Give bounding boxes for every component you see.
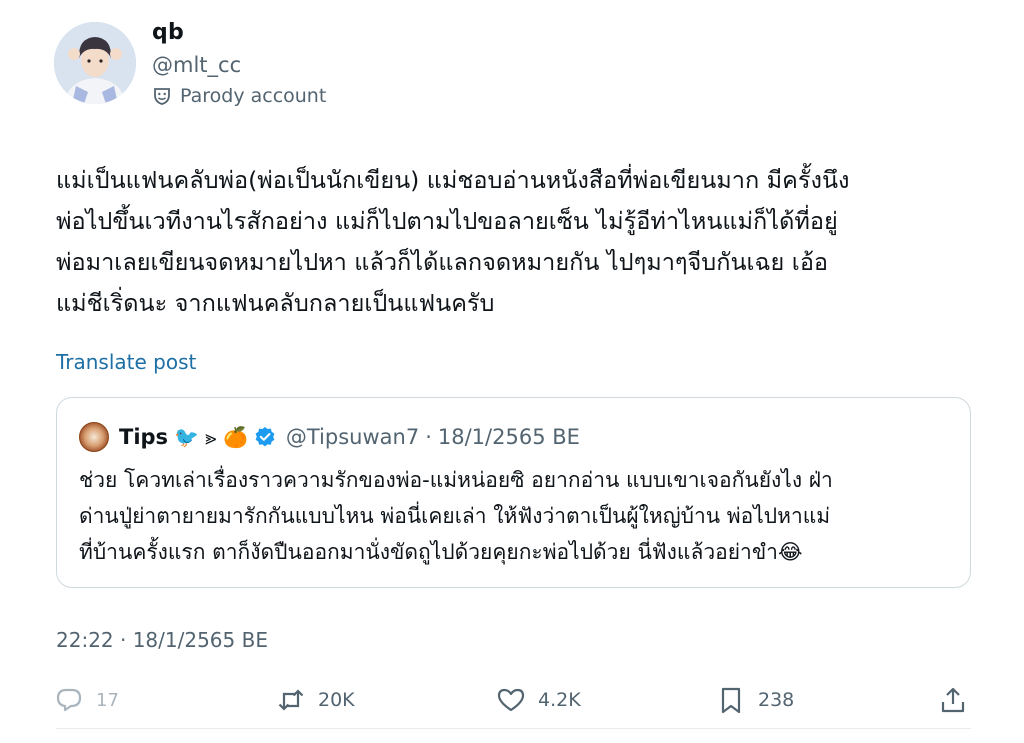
quoted-author-name-emoji: 🐦 ⪢ 🍊: [174, 425, 248, 449]
heart-icon: [497, 688, 525, 712]
bookmark-button[interactable]: 238: [716, 678, 794, 722]
post-timestamp[interactable]: 22:22 · 18/1/2565 BE: [56, 628, 268, 652]
parody-label: Parody account: [152, 85, 326, 107]
repost-count: 20K: [318, 689, 355, 711]
post-page: qb @mlt_cc Parody account แม่เป็นแฟนคลับ…: [0, 0, 1024, 743]
like-button[interactable]: 4.2K: [496, 678, 581, 722]
author-avatar[interactable]: [54, 22, 136, 104]
quoted-post-header: Tips 🐦 ⪢ 🍊 @Tipsuwan7 · 18/1/2565 BE: [79, 422, 580, 452]
parody-label-text: Parody account: [180, 85, 327, 107]
share-button[interactable]: [938, 678, 968, 722]
author-handle[interactable]: @mlt_cc: [152, 53, 241, 77]
translate-post-link[interactable]: Translate post: [56, 350, 196, 374]
quoted-author-avatar: [79, 422, 109, 452]
quoted-author-handle: @Tipsuwan7: [285, 425, 420, 449]
bookmark-icon: [721, 687, 741, 714]
like-count: 4.2K: [538, 689, 581, 711]
post-text: แม่เป็นแฟนคลับพ่อ(พ่อเป็นนักเขียน) แม่ชอ…: [56, 166, 850, 317]
reply-icon: [56, 688, 82, 712]
repost-icon: [278, 689, 304, 711]
quoted-meta-separator: ·: [425, 425, 432, 449]
bookmark-count: 238: [758, 689, 795, 711]
quoted-post-date: 18/1/2565 BE: [437, 425, 580, 449]
action-bar: 17 20K 4.2K 238: [54, 678, 974, 722]
quoted-author-name: Tips: [119, 425, 169, 449]
quoted-post-text: ช่วย โควทเล่าเรื่องราวความรักของพ่อ-แม่ห…: [79, 468, 833, 564]
reply-button[interactable]: 17: [54, 678, 119, 722]
share-icon: [941, 687, 965, 713]
bottom-divider: [56, 728, 971, 729]
avatar-portrait: [54, 22, 136, 104]
repost-button[interactable]: 20K: [276, 678, 355, 722]
reply-count: 17: [96, 689, 119, 711]
quoted-post[interactable]: Tips 🐦 ⪢ 🍊 @Tipsuwan7 · 18/1/2565 BE ช่ว…: [56, 397, 971, 588]
author-display-name[interactable]: qb: [152, 20, 184, 45]
verified-badge-icon: [254, 426, 276, 448]
parody-mask-icon: [154, 88, 170, 105]
